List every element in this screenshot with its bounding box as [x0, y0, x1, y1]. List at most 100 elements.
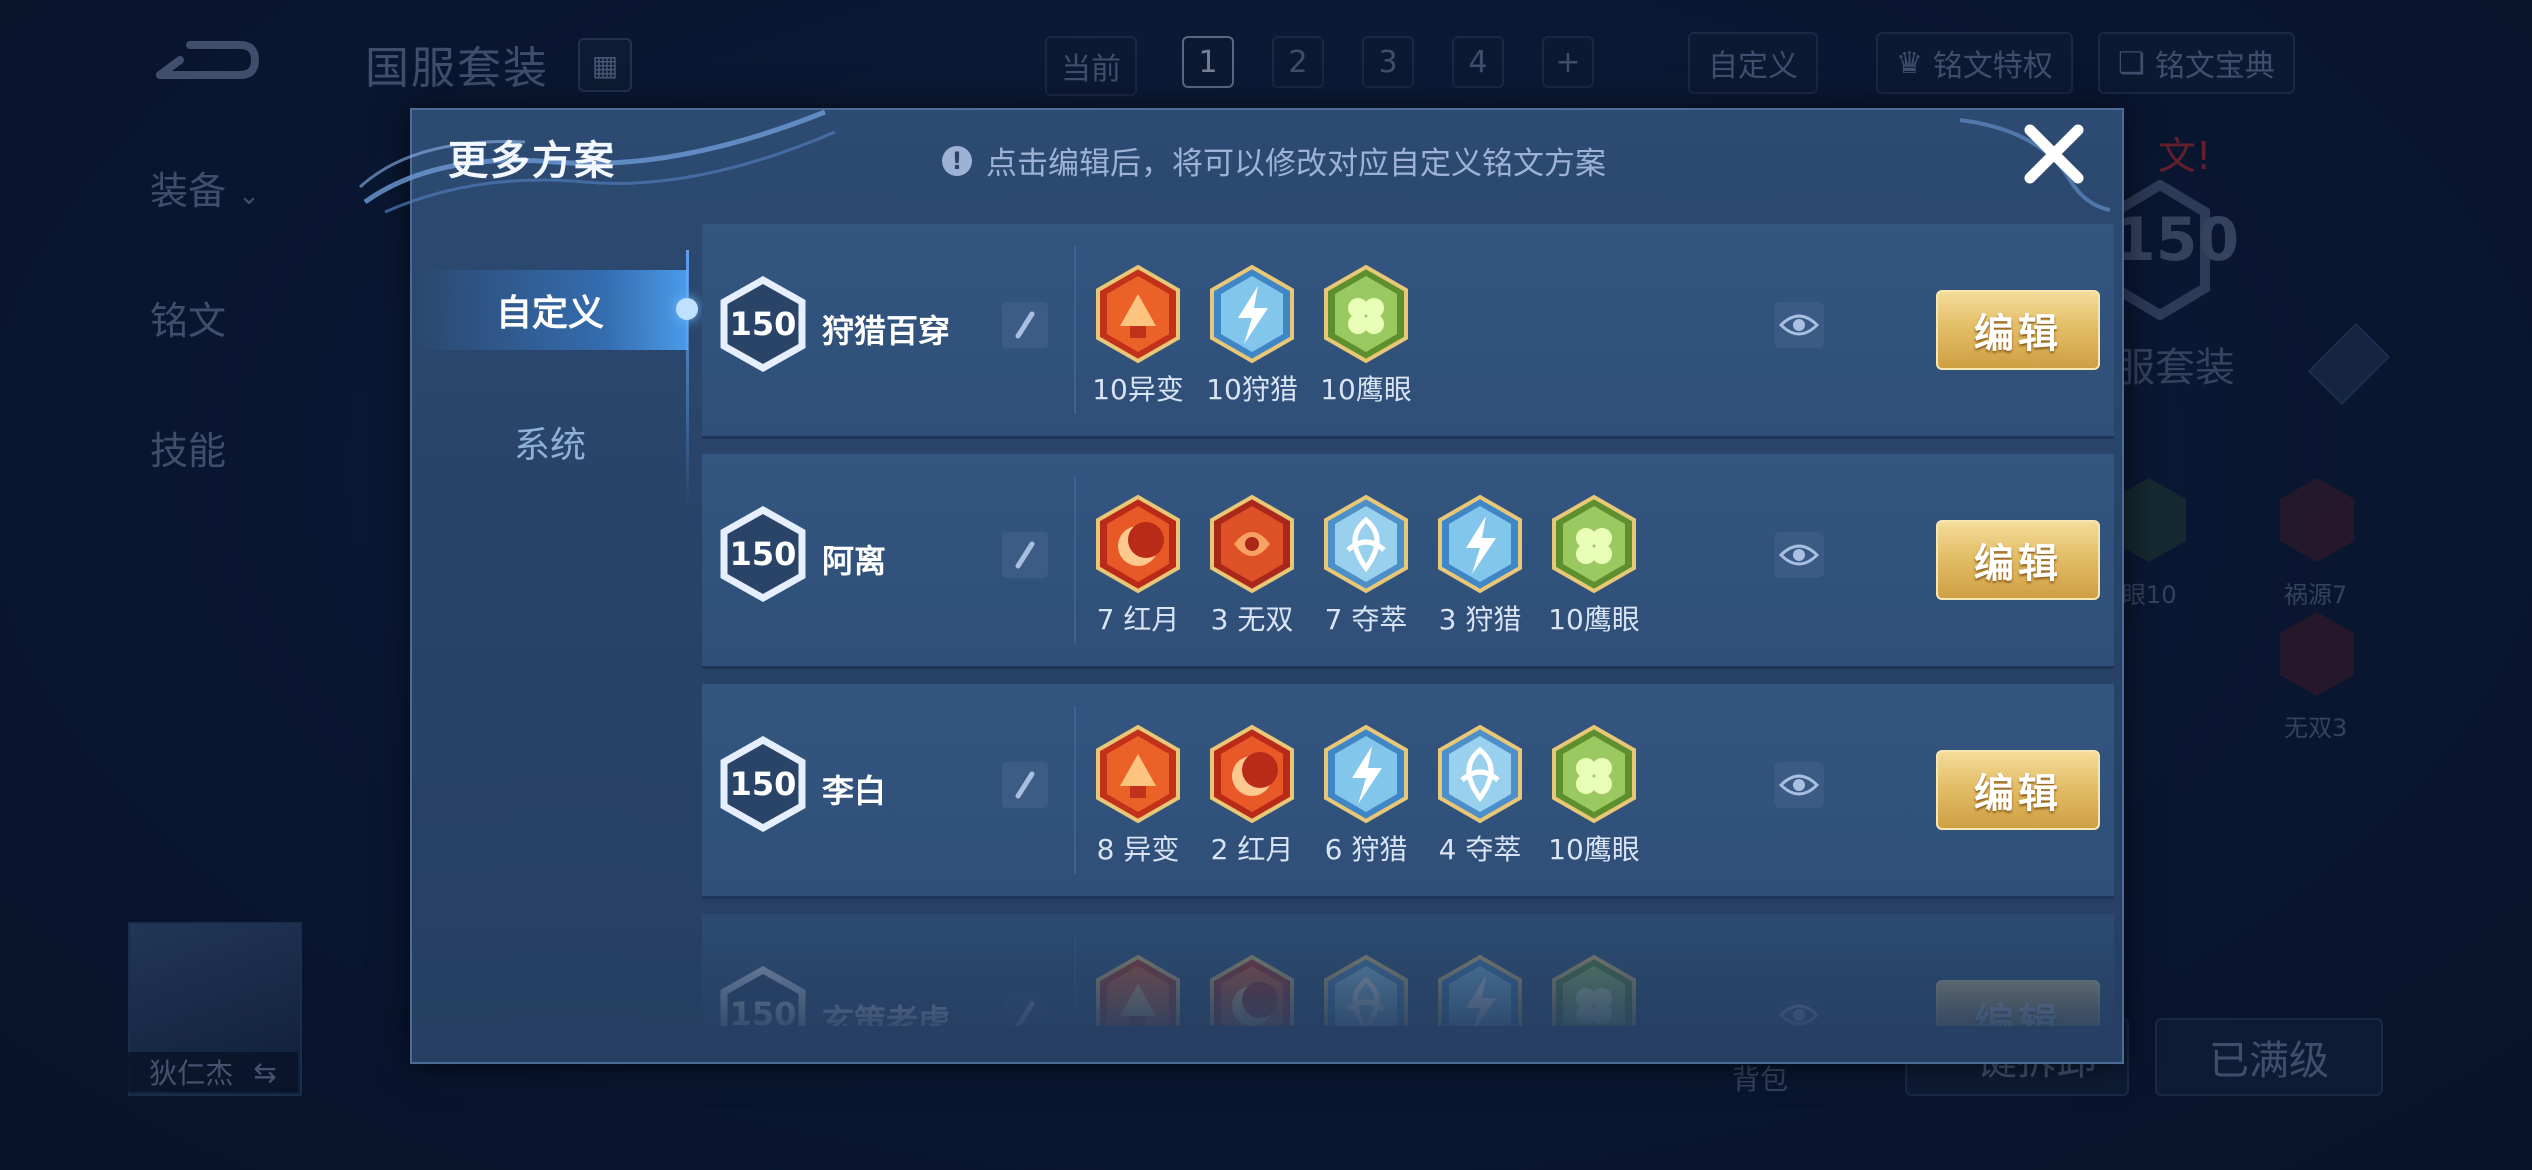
- preview-button[interactable]: [1774, 992, 1824, 1026]
- modal-title: 更多方案: [448, 138, 616, 184]
- rune-slot: 7 红月: [1094, 494, 1182, 638]
- plan-level: 150: [729, 765, 797, 803]
- rune-slot: 3 无双: [1208, 494, 1296, 638]
- rune-slot: 8 异变: [1094, 724, 1182, 868]
- tab-system[interactable]: 系统: [412, 402, 688, 482]
- rune-label: 2 红月: [1210, 833, 1294, 866]
- plan-row: 150 李白 8 异变 2 红月 6 狩猎 4 夺萃 10鹰眼 编辑: [702, 684, 2114, 899]
- rune-slot: [1094, 954, 1182, 1026]
- rune-summary: 10异变 10狩猎 10鹰眼: [1092, 264, 1412, 408]
- rename-button[interactable]: [1002, 532, 1048, 578]
- green-clover-rune-icon: [1552, 494, 1636, 594]
- pen-icon: [1015, 311, 1035, 339]
- edit-button[interactable]: 编辑: [1936, 520, 2100, 600]
- row-divider: [1074, 936, 1076, 1026]
- edit-button[interactable]: 编辑: [1936, 980, 2100, 1026]
- hint-text: 点击编辑后，将可以修改对应自定义铭文方案: [986, 146, 1606, 182]
- green-clover-rune-icon: [1324, 264, 1408, 364]
- green-clover-rune-icon: [1552, 724, 1636, 824]
- rune-label: 10鹰眼: [1548, 833, 1640, 866]
- active-indicator-dot: [676, 298, 698, 320]
- plan-row: 150 狩猎百穿 10异变 10狩猎 10鹰眼 编辑: [702, 224, 2114, 439]
- plan-category-nav: 自定义 系统: [412, 226, 688, 1058]
- pen-icon: [1015, 1001, 1035, 1026]
- rune-slot: 2 红月: [1208, 724, 1296, 868]
- info-icon: !: [942, 145, 972, 176]
- rename-button[interactable]: [1002, 992, 1048, 1026]
- eye-icon: [1779, 544, 1819, 566]
- eye-icon: [1779, 774, 1819, 796]
- rune-label: 10异变: [1092, 373, 1184, 406]
- rune-slot: 10鹰眼: [1548, 494, 1640, 638]
- rune-slot: 3 狩猎: [1436, 494, 1524, 638]
- blue-lightning-rune-icon: [1438, 954, 1522, 1026]
- red-moon-rune-icon: [1096, 494, 1180, 594]
- close-icon: [2024, 124, 2084, 184]
- rune-slot: [1550, 954, 1638, 1026]
- plan-name: 狩猎百穿: [822, 312, 951, 350]
- row-divider: [1074, 476, 1076, 644]
- plan-row: 150 阿离 7 红月 3 无双 7 夺萃 3 狩猎 10鹰眼 编辑: [702, 454, 2114, 669]
- rune-label: 3 狩猎: [1438, 603, 1522, 636]
- rune-summary: 7 红月 3 无双 7 夺萃 3 狩猎 10鹰眼: [1094, 494, 1640, 638]
- rune-label: 4 夺萃: [1438, 833, 1522, 866]
- red-arrow-rune-icon: [1096, 954, 1180, 1026]
- blue-knot-rune-icon: [1324, 494, 1408, 594]
- preview-button[interactable]: [1774, 302, 1824, 348]
- preview-button[interactable]: [1774, 762, 1824, 808]
- plan-level: 150: [729, 305, 797, 343]
- close-button[interactable]: [2022, 122, 2086, 186]
- rune-label: 8 异变: [1096, 833, 1180, 866]
- eye-icon: [1779, 314, 1819, 336]
- rune-label: 3 无双: [1210, 603, 1294, 636]
- rename-button[interactable]: [1002, 762, 1048, 808]
- rune-label: 10鹰眼: [1548, 603, 1640, 636]
- blue-knot-rune-icon: [1438, 724, 1522, 824]
- rune-label: 7 夺萃: [1324, 603, 1408, 636]
- pen-icon: [1015, 771, 1035, 799]
- tab-custom[interactable]: 自定义: [412, 270, 688, 350]
- rune-slot: 10鹰眼: [1548, 724, 1640, 868]
- blue-lightning-rune-icon: [1438, 494, 1522, 594]
- rune-slot: [1208, 954, 1296, 1026]
- row-divider: [1074, 706, 1076, 874]
- red-arrow-rune-icon: [1096, 724, 1180, 824]
- plan-list[interactable]: 150 狩猎百穿 10异变 10狩猎 10鹰眼 编辑 150 阿离 7 红月 3 无双 7 夺萃 3 …: [702, 224, 2114, 1026]
- blue-lightning-rune-icon: [1324, 724, 1408, 824]
- red-moon-rune-icon: [1210, 954, 1294, 1026]
- rename-button[interactable]: [1002, 302, 1048, 348]
- plan-level: 150: [729, 995, 797, 1026]
- blue-lightning-rune-icon: [1210, 264, 1294, 364]
- nav-divider: [686, 250, 689, 510]
- green-clover-rune-icon: [1552, 954, 1636, 1026]
- pen-icon: [1015, 541, 1035, 569]
- preview-button[interactable]: [1774, 532, 1824, 578]
- rune-summary: [1094, 954, 1638, 1026]
- rune-slot: [1436, 954, 1524, 1026]
- red-arrow-rune-icon: [1096, 264, 1180, 364]
- row-divider: [1074, 246, 1076, 414]
- rune-slot: 6 狩猎: [1322, 724, 1410, 868]
- edit-button[interactable]: 编辑: [1936, 290, 2100, 370]
- rune-slot: 7 夺萃: [1322, 494, 1410, 638]
- rune-label: 7 红月: [1096, 603, 1180, 636]
- edit-hint: ! 点击编辑后，将可以修改对应自定义铭文方案: [942, 138, 1606, 183]
- blue-knot-rune-icon: [1324, 954, 1408, 1026]
- red-moon-rune-icon: [1210, 724, 1294, 824]
- rune-label: 6 狩猎: [1324, 833, 1408, 866]
- rune-slot: 10狩猎: [1206, 264, 1298, 408]
- plan-name: 阿离: [822, 542, 887, 580]
- rune-summary: 8 异变 2 红月 6 狩猎 4 夺萃 10鹰眼: [1094, 724, 1640, 868]
- rune-slot: 10鹰眼: [1320, 264, 1412, 408]
- plan-row: 150 玄策老虎 编辑: [702, 914, 2114, 1026]
- plan-name: 李白: [822, 772, 887, 810]
- plan-name: 玄策老虎: [822, 1002, 951, 1026]
- plan-level: 150: [729, 535, 797, 573]
- eye-icon: [1779, 1004, 1819, 1026]
- rune-slot: 10异变: [1092, 264, 1184, 408]
- red-swirl-rune-icon: [1210, 494, 1294, 594]
- rune-slot: [1322, 954, 1410, 1026]
- rune-label: 10鹰眼: [1320, 373, 1412, 406]
- edit-button[interactable]: 编辑: [1936, 750, 2100, 830]
- rune-slot: 4 夺萃: [1436, 724, 1524, 868]
